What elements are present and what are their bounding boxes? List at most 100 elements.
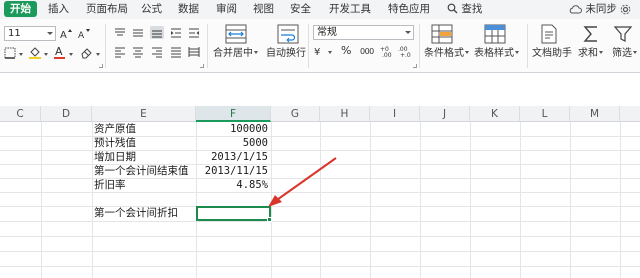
clear-dropdown-icon[interactable] [96, 53, 100, 56]
number-format-select[interactable]: 常规 [313, 25, 414, 40]
cell-e-depreciation-rate[interactable]: 折旧率 [94, 179, 126, 192]
document-helper-button[interactable]: 文档助手 [532, 48, 572, 60]
column-header-bar: C D E F G H I J K L M [0, 106, 640, 122]
column-header-l[interactable]: L [520, 106, 570, 122]
cell-f-depreciation-rate[interactable]: 4.85% [198, 179, 268, 192]
fill-handle[interactable] [267, 217, 272, 222]
annotation-arrow [268, 157, 337, 207]
cell-f-asset-original-value[interactable]: 100000 [198, 123, 268, 136]
increase-font-icon[interactable]: A [60, 28, 72, 40]
tab-special-apps[interactable]: 特色应用 [388, 0, 430, 19]
borders-icon[interactable] [4, 47, 16, 59]
column-header-f[interactable]: F [196, 106, 271, 122]
column-header-h[interactable]: H [320, 106, 370, 122]
column-header-g[interactable]: G [271, 106, 320, 122]
filter-label: 筛选 [612, 48, 632, 59]
search-label: 查找 [461, 3, 483, 15]
justify-icon[interactable] [170, 46, 182, 58]
cell-f-first-period-end[interactable]: 2013/11/15 [198, 165, 268, 178]
wrap-text-button[interactable]: 自动换行 [266, 48, 306, 60]
cloud-icon [569, 5, 582, 14]
table-style-label: 表格样式 [474, 48, 514, 59]
number-dialog-launcher[interactable] [413, 64, 417, 68]
conditional-format-icon[interactable] [431, 24, 453, 44]
align-right-icon[interactable] [151, 46, 163, 58]
chevron-down-icon [405, 31, 411, 34]
eraser-icon[interactable] [80, 46, 93, 59]
font-color-icon[interactable]: A [53, 45, 66, 59]
tab-developer-tools[interactable]: 开发工具 [329, 0, 371, 19]
sum-button[interactable]: 求和 [578, 48, 603, 60]
indent-decrease-icon[interactable] [170, 27, 182, 39]
font-color-dropdown-icon[interactable] [69, 53, 73, 56]
filter-button[interactable]: 筛选 [612, 48, 637, 60]
fill-color-icon[interactable] [28, 45, 42, 59]
column-header-c[interactable]: C [0, 106, 41, 122]
chevron-down-icon [599, 51, 603, 54]
chevron-down-icon [633, 51, 637, 54]
percent-button[interactable]: % [341, 45, 351, 57]
svg-text:A: A [55, 45, 63, 58]
document-helper-icon[interactable] [540, 24, 558, 44]
sum-icon[interactable] [583, 25, 599, 43]
conditional-format-label: 条件格式 [424, 48, 464, 59]
tab-review[interactable]: 审阅 [216, 0, 237, 19]
alignment-dialog-launcher[interactable] [200, 64, 204, 68]
table-style-button[interactable]: 表格样式 [474, 48, 519, 60]
column-header-e[interactable]: E [92, 106, 196, 122]
align-top-icon[interactable] [114, 27, 126, 39]
search-button[interactable]: 查找 [447, 0, 482, 19]
column-header-k[interactable]: K [470, 106, 520, 122]
column-header-j[interactable]: J [420, 106, 470, 122]
tab-insert[interactable]: 插入 [48, 0, 69, 19]
search-icon [447, 3, 458, 14]
wrap-text-icon[interactable] [277, 24, 299, 44]
conditional-format-button[interactable]: 条件格式 [424, 48, 469, 60]
cell-e-asset-original-value[interactable]: 资产原值 [94, 123, 136, 136]
cell-e-first-period-end[interactable]: 第一个会计间结束值 [94, 165, 189, 178]
cell-f-salvage-value[interactable]: 5000 [198, 137, 268, 150]
svg-text:.00: .00 [382, 52, 392, 57]
cell-e-first-period-depreciation[interactable]: 第一个会计间折扣 [94, 207, 178, 220]
font-size-select[interactable]: 11 [4, 26, 56, 41]
distributed-align-icon[interactable] [188, 46, 200, 58]
merge-center-icon[interactable] [225, 24, 247, 44]
align-left-icon[interactable] [114, 46, 126, 58]
ribbon-divider [0, 72, 640, 73]
column-header-i[interactable]: I [370, 106, 420, 122]
font-dialog-launcher[interactable] [99, 64, 103, 68]
cell-e-date-added[interactable]: 增加日期 [94, 151, 136, 164]
sync-status[interactable]: 未同步 [569, 0, 617, 19]
column-header-d[interactable]: D [41, 106, 92, 122]
currency-dropdown-icon[interactable] [328, 51, 332, 54]
filter-icon[interactable] [614, 25, 632, 43]
tab-start[interactable]: 开始 [4, 1, 37, 17]
thousands-separator-button[interactable]: 000 [360, 46, 374, 58]
merge-center-button[interactable]: 合并居中 [213, 48, 258, 60]
svg-text:A: A [60, 30, 67, 40]
chevron-down-icon [515, 51, 519, 54]
align-middle-icon[interactable] [132, 27, 144, 39]
chevron-down-icon [465, 51, 469, 54]
settings-icon[interactable] [620, 4, 631, 15]
table-style-icon[interactable] [484, 24, 506, 44]
align-bottom-icon[interactable] [151, 27, 163, 39]
tab-page-layout[interactable]: 页面布局 [86, 0, 128, 19]
tab-view[interactable]: 视图 [253, 0, 274, 19]
fill-color-dropdown-icon[interactable] [44, 53, 48, 56]
column-header-m[interactable]: M [570, 106, 620, 122]
cell-e-salvage-value[interactable]: 预计残值 [94, 137, 136, 150]
cell-f-date-added[interactable]: 2013/1/15 [198, 151, 268, 164]
active-cell-selection[interactable] [196, 206, 271, 221]
sync-label: 未同步 [585, 3, 617, 15]
tab-security[interactable]: 安全 [290, 0, 311, 19]
currency-icon[interactable]: ¥ [313, 45, 327, 57]
tab-formula[interactable]: 公式 [141, 0, 162, 19]
align-center-icon[interactable] [132, 46, 144, 58]
borders-dropdown-icon[interactable] [19, 53, 23, 56]
decrease-decimal-icon[interactable]: .00+.0 [398, 45, 412, 57]
tab-data[interactable]: 数据 [178, 0, 199, 19]
indent-increase-icon[interactable] [188, 27, 200, 39]
increase-decimal-icon[interactable]: +0.00 [380, 45, 394, 57]
decrease-font-icon[interactable]: A [78, 28, 90, 40]
